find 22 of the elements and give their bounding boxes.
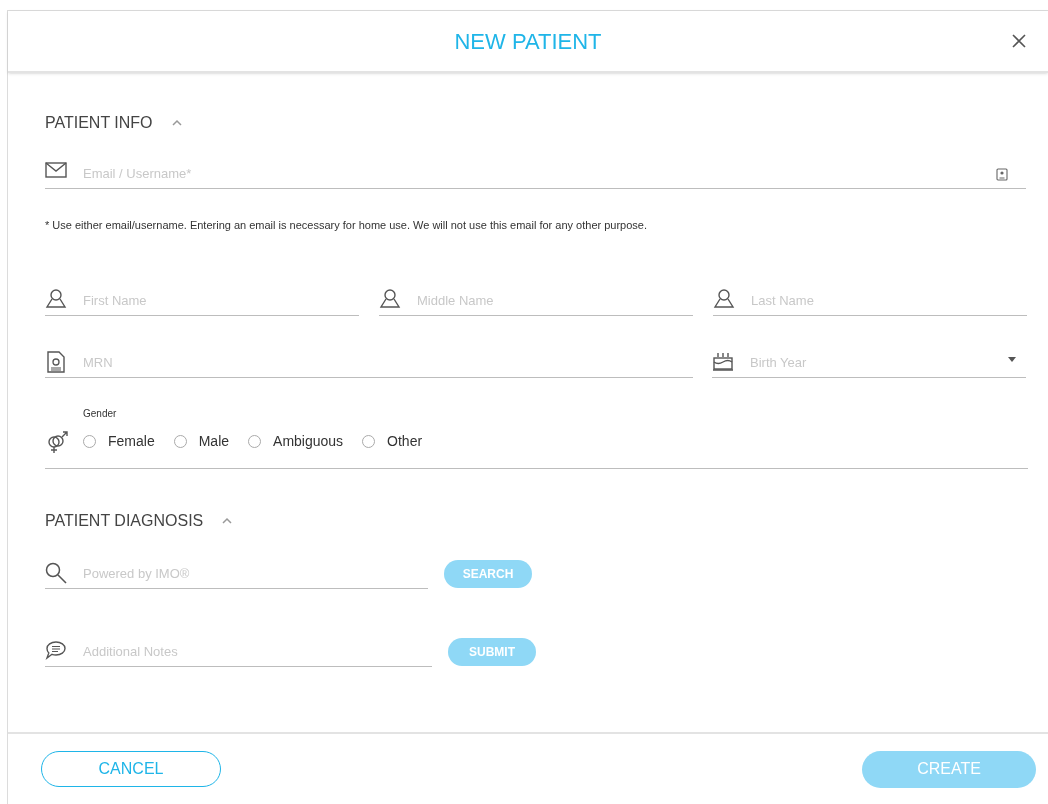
dialog-title: NEW PATIENT (454, 27, 602, 56)
dropdown-caret-icon[interactable] (1008, 356, 1016, 362)
helper-text: * Use either email/username. Entering an email is necessary for home use. We will not use this email for any other purpose. (45, 218, 649, 233)
search-icon (45, 561, 67, 584)
chevron-icon[interactable] (170, 118, 183, 128)
mail-icon (45, 162, 67, 178)
field-label: Gender (82, 406, 118, 421)
person-icon (379, 288, 401, 309)
radio-option[interactable]: Female (83, 431, 155, 452)
person-icon (713, 288, 735, 309)
person-icon (45, 288, 67, 309)
radio-option[interactable]: Ambiguous (248, 431, 344, 452)
document-icon (47, 350, 65, 373)
radio-option[interactable]: Male (173, 431, 230, 452)
radio-option[interactable]: Other (362, 431, 423, 452)
cake-icon (712, 350, 734, 371)
gender-icon (45, 429, 69, 454)
chevron-icon[interactable] (221, 515, 234, 526)
chat-bubble-icon (45, 639, 67, 660)
contact-card-icon[interactable] (996, 168, 1008, 181)
section-heading: PATIENT INFO (45, 113, 153, 133)
section-heading: PATIENT DIAGNOSIS (45, 510, 204, 531)
